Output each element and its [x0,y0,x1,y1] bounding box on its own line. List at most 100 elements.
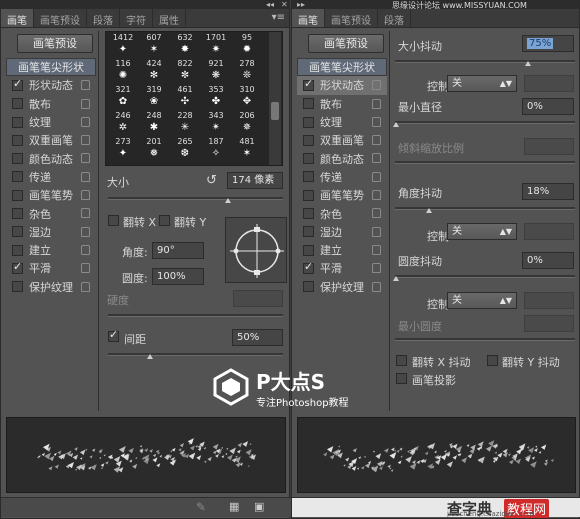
brush-section-item[interactable]: 纹理 [297,113,387,131]
min-diameter-field[interactable]: 0% [522,98,574,115]
brush-projection-checkbox[interactable] [396,373,407,384]
brush-section-item[interactable]: 建立 [297,241,387,259]
section-checkbox[interactable] [12,98,23,110]
lock-icon[interactable] [372,208,381,219]
brush-edit-icon[interactable]: ✎ [196,500,206,514]
size-control-select[interactable]: 关 ▲▼ [447,75,517,92]
tab-character[interactable]: 字符 [120,9,153,27]
brush-section-item[interactable]: 颜色动态 [6,149,96,167]
brush-section-item[interactable]: 画笔笔势 [6,186,96,204]
angle-jitter-field[interactable]: 18% [522,183,574,200]
lock-icon[interactable] [372,244,381,255]
lock-icon[interactable] [81,244,90,255]
angle-roundness-widget[interactable] [225,217,287,283]
tab-brush[interactable]: 画笔 [292,9,325,27]
brush-section-item[interactable]: 杂色 [6,204,96,222]
brush-section-item[interactable]: 散布 [297,95,387,113]
lock-icon[interactable] [372,153,381,164]
section-checkbox[interactable] [303,77,314,91]
reset-size-icon[interactable]: ↺ [206,173,217,188]
brush-section-item[interactable]: 颜色动态 [297,149,387,167]
size-slider-thumb[interactable] [225,198,231,203]
angle-jitter-thumb[interactable] [426,208,432,213]
section-checkbox[interactable] [12,189,23,201]
angle-jitter-slider[interactable] [395,207,575,210]
brush-section-item[interactable]: 湿边 [297,223,387,241]
flip-x-checkbox[interactable] [108,215,119,226]
lock-icon[interactable] [372,171,381,182]
lock-icon[interactable] [372,98,381,109]
section-checkbox[interactable] [12,134,23,146]
brush-tip-cell[interactable]: 201 ❅ [139,137,169,165]
flip-y-jitter-checkbox[interactable] [487,355,498,366]
size-jitter-thumb[interactable] [525,61,531,66]
section-checkbox[interactable] [303,226,314,238]
brush-section-item[interactable]: 画笔笔尖形状 [297,58,387,77]
lock-icon[interactable] [81,208,90,219]
roundness-jitter-slider[interactable] [395,275,575,278]
brush-section-item[interactable]: 传递 [297,168,387,186]
brush-section-item[interactable]: 形状动态 [6,76,96,94]
close-icon[interactable]: ✕ [281,0,288,9]
brush-section-item[interactable]: 建立 [6,241,96,259]
spacing-slider-thumb[interactable] [147,354,153,359]
tab-paragraph[interactable]: 段落 [87,9,120,27]
lock-icon[interactable] [372,281,381,292]
lock-icon[interactable] [372,190,381,201]
section-checkbox[interactable] [12,77,23,91]
panel-menu-icon[interactable]: ▾≡ [272,12,285,23]
lock-icon[interactable] [81,116,90,127]
brush-section-item[interactable]: 平滑 [6,259,96,277]
brush-section-item[interactable]: 画笔笔势 [297,186,387,204]
angle-control-select[interactable]: 关 ▲▼ [447,223,517,240]
section-checkbox[interactable] [12,260,23,274]
section-checkbox[interactable] [303,208,314,220]
lock-icon[interactable] [81,153,90,164]
tab-brush-presets[interactable]: 画笔预设 [34,9,87,27]
tab-properties[interactable]: 属性 [153,9,186,27]
brush-section-item[interactable]: 双重画笔 [297,131,387,149]
section-checkbox[interactable] [12,281,23,293]
lock-icon[interactable] [81,135,90,146]
section-checkbox[interactable] [12,153,23,165]
section-checkbox[interactable] [303,116,314,128]
lock-icon[interactable] [81,190,90,201]
section-checkbox[interactable] [303,153,314,165]
spacing-checkbox[interactable] [108,328,119,342]
brush-tip-cell[interactable]: 265 ❆ [170,137,200,165]
roundness-field[interactable]: 100% [152,268,204,285]
spacing-slider[interactable] [108,353,283,356]
lock-icon[interactable] [372,135,381,146]
tab-brush-presets[interactable]: 画笔预设 [325,9,378,27]
lock-icon[interactable] [81,226,90,237]
brush-tip-cell[interactable]: 273 ✦ [108,137,138,165]
lock-icon[interactable] [372,80,381,91]
section-checkbox[interactable] [303,98,314,110]
angle-field[interactable]: 90° [152,242,204,259]
brush-presets-button[interactable]: 画笔预设 [17,34,93,53]
section-checkbox[interactable] [303,260,314,274]
scroll-thumb[interactable] [271,102,279,120]
section-checkbox[interactable] [303,189,314,201]
lock-icon[interactable] [81,80,90,91]
lock-icon[interactable] [81,171,90,182]
section-checkbox[interactable] [12,208,23,220]
roundness-jitter-field[interactable]: 0% [522,252,574,269]
brush-section-item[interactable]: 保护纹理 [6,278,96,296]
brush-section-item[interactable]: 双重画笔 [6,131,96,149]
spacing-field[interactable]: 50% [232,329,283,346]
brush-tip-cell[interactable]: 187 ✧ [201,137,231,165]
brush-tip-cell[interactable]: 481 ✶ [232,137,262,165]
lock-icon[interactable] [81,98,90,109]
lock-icon[interactable] [81,263,90,274]
section-checkbox[interactable] [303,134,314,146]
section-checkbox[interactable] [12,171,23,183]
brush-section-item[interactable]: 平滑 [297,259,387,277]
section-checkbox[interactable] [303,171,314,183]
brush-section-item[interactable]: 画笔笔尖形状 [6,58,96,77]
grid-toggle-icon[interactable]: ▦ [229,500,239,513]
size-jitter-slider[interactable] [395,60,575,63]
brush-section-item[interactable]: 传递 [6,168,96,186]
tab-paragraph[interactable]: 段落 [378,9,411,27]
flip-x-jitter-checkbox[interactable] [396,355,407,366]
